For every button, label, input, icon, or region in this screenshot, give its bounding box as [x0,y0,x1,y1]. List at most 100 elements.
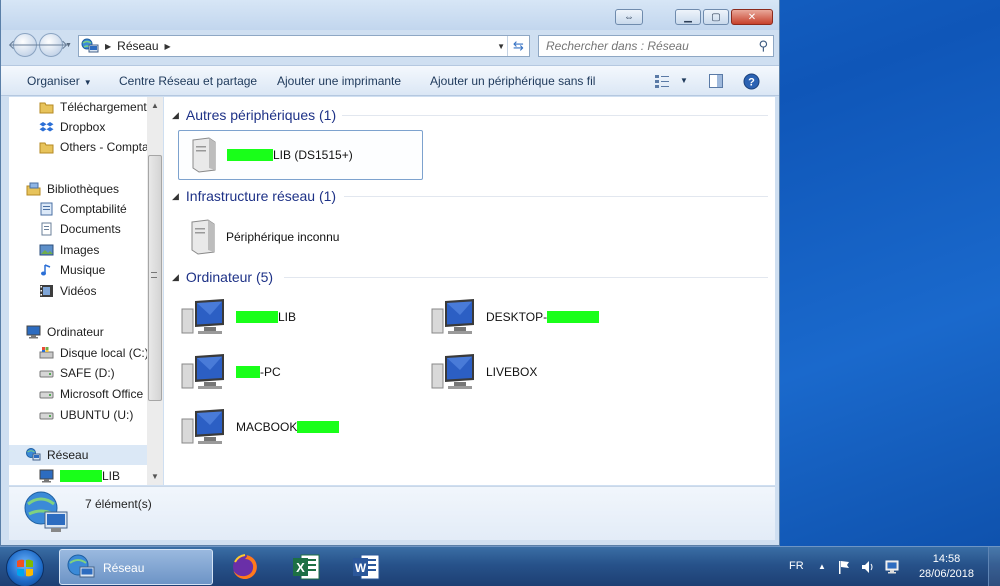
computer-tile-pc[interactable]: -PC [178,347,418,397]
command-bar: Organiser ▼ Centre Réseau et partage Ajou… [1,65,779,96]
breadcrumb-separator-icon[interactable]: ▶ [105,42,111,51]
address-dropdown-icon[interactable]: ▼ [497,42,505,51]
nav-item-videos[interactable]: Vidéos [9,281,147,301]
maximize-button[interactable]: ▢ [703,9,729,25]
group-divider [284,277,768,278]
address-bar[interactable]: ▶ Réseau ▶ ▼ ⇆ [78,35,530,57]
document-icon [39,222,54,236]
taskbar-explorer-reseau[interactable]: Réseau [59,549,213,585]
nav-label: Documents [60,222,121,236]
nav-label: Réseau [47,448,89,462]
search-input[interactable] [546,39,746,53]
navigation-bar: 🡐 🡒 ▼ ▶ Réseau ▶ ▼ ⇆ ⚲ [1,30,779,60]
computer-tile-livebox[interactable]: LIVEBOX [428,347,668,397]
group-header-other-devices[interactable]: ◢ Autres périphériques (1) [172,106,336,124]
nav-label: Bibliothèques [47,182,120,196]
collapse-triangle-icon[interactable]: ◢ [172,191,179,202]
computer-tile-desktop[interactable]: DESKTOP- [428,292,668,342]
show-hidden-icons-icon[interactable]: ▲ [818,562,826,571]
breadcrumb-network[interactable]: Réseau [117,39,158,53]
nav-item-comptabilite[interactable]: Comptabilité [9,199,147,219]
scroll-up-icon[interactable]: ▲ [147,97,163,114]
device-name: LIB (DS1515+) [273,148,353,162]
volume-icon[interactable] [860,559,876,575]
dropbox-icon [39,120,54,134]
computer-tile-macbook[interactable]: MACBOOK [178,402,418,452]
start-button[interactable] [6,549,44,586]
nav-label: LIB [102,469,121,483]
nav-item-downloads[interactable]: Téléchargements [9,97,147,117]
view-options-icon[interactable] [654,73,670,89]
nav-item-dropbox[interactable]: Dropbox [9,117,147,137]
view-dropdown-icon[interactable]: ▼ [680,76,688,85]
flag-icon[interactable] [837,559,851,575]
organize-menu[interactable]: Organiser ▼ [27,74,92,88]
device-name: DESKTOP- [486,310,548,324]
excel-icon: X [293,554,320,580]
network-center-button[interactable]: Centre Réseau et partage [119,74,257,88]
nav-item-documents[interactable]: Documents [9,219,147,239]
chevron-down-icon: ▼ [83,78,92,87]
computer-icon [26,325,41,339]
network-icon [67,554,95,578]
breadcrumb-separator-icon[interactable]: ▶ [165,42,171,51]
device-tile-unknown[interactable]: Périphérique inconnu [178,212,423,262]
nav-item-images[interactable]: Images [9,240,147,260]
nav-item-others-compta[interactable]: Others - Compta [9,137,147,157]
language-indicator[interactable]: FR [789,560,804,572]
network-icon [81,38,99,53]
navigation-scrollbar[interactable]: ▲ ▼ [147,97,163,485]
add-wireless-device-button[interactable]: Ajouter un périphérique sans fil [430,74,595,88]
search-icon[interactable]: ⚲ [758,38,768,54]
explorer-window: ▁ ▢ ✕ ⇔ 🡐 🡒 ▼ ▶ Réseau ▶ ▼ ⇆ ⚲ O [0,0,780,546]
collapse-triangle-icon[interactable]: ◢ [172,272,179,283]
computer-tile-lib[interactable]: LIB [178,292,418,342]
nav-item-microsoft-office[interactable]: Microsoft Office [9,384,147,404]
minimize-button[interactable]: ▁ [675,9,701,25]
nav-item-lib-server[interactable]: LIB [9,466,147,485]
group-header-infrastructure[interactable]: ◢ Infrastructure réseau (1) [172,187,336,205]
caption-buttons: ▁ ▢ ✕ [675,9,773,25]
clock[interactable]: 14:58 28/06/2018 [919,552,974,582]
help-icon[interactable]: ? [743,73,760,90]
title-bar[interactable]: ▁ ▢ ✕ ⇔ [1,0,779,30]
nav-item-safe-drive[interactable]: SAFE (D:) [9,363,147,383]
scroll-grip-icon [151,272,157,278]
nav-label: SAFE (D:) [60,366,115,380]
taskbar-excel[interactable]: X [288,549,324,585]
folder-icon [39,140,54,154]
history-dropdown-icon[interactable]: ▼ [65,42,72,49]
nav-item-network[interactable]: Réseau [9,445,147,465]
nav-label: Comptabilité [60,202,127,216]
nav-item-ubuntu-drive[interactable]: UBUNTU (U:) [9,405,147,425]
show-desktop-button[interactable] [988,547,1000,586]
collapse-triangle-icon[interactable]: ◢ [172,110,179,121]
add-printer-button[interactable]: Ajouter une imprimante [277,74,401,88]
svg-text:W: W [355,561,367,575]
nav-item-music[interactable]: Musique [9,260,147,280]
nav-item-local-disk[interactable]: Disque local (C:) [9,343,147,363]
scroll-down-icon[interactable]: ▼ [147,468,163,485]
nav-label: Dropbox [60,120,106,134]
device-label: LIB (DS1515+) [227,148,353,162]
network-tray-icon[interactable] [884,558,902,576]
preview-pane-icon[interactable] [708,73,724,89]
device-tile-nas[interactable]: LIB (DS1515+) [178,130,423,180]
server-icon [192,137,216,173]
refresh-icon[interactable]: ⇆ [507,36,529,56]
close-button[interactable]: ✕ [731,9,773,25]
nav-label: Ordinateur [47,325,104,339]
search-box[interactable]: ⚲ [538,35,774,57]
aero-snap-button[interactable]: ⇔ [615,9,643,25]
forward-button[interactable]: 🡒 [34,33,68,57]
nav-item-computer[interactable]: Ordinateur [9,322,147,342]
scrollbar-thumb[interactable] [148,155,162,401]
taskbar-word[interactable]: W [348,549,384,585]
group-title: Infrastructure réseau (1) [185,188,337,204]
server-icon [191,219,215,255]
group-header-computers[interactable]: ◢ Ordinateur (5) [172,268,273,286]
taskbar-firefox[interactable] [226,549,266,585]
device-name: -PC [260,365,281,379]
nav-item-libraries[interactable]: Bibliothèques [9,179,147,199]
device-name: Périphérique inconnu [226,230,340,244]
